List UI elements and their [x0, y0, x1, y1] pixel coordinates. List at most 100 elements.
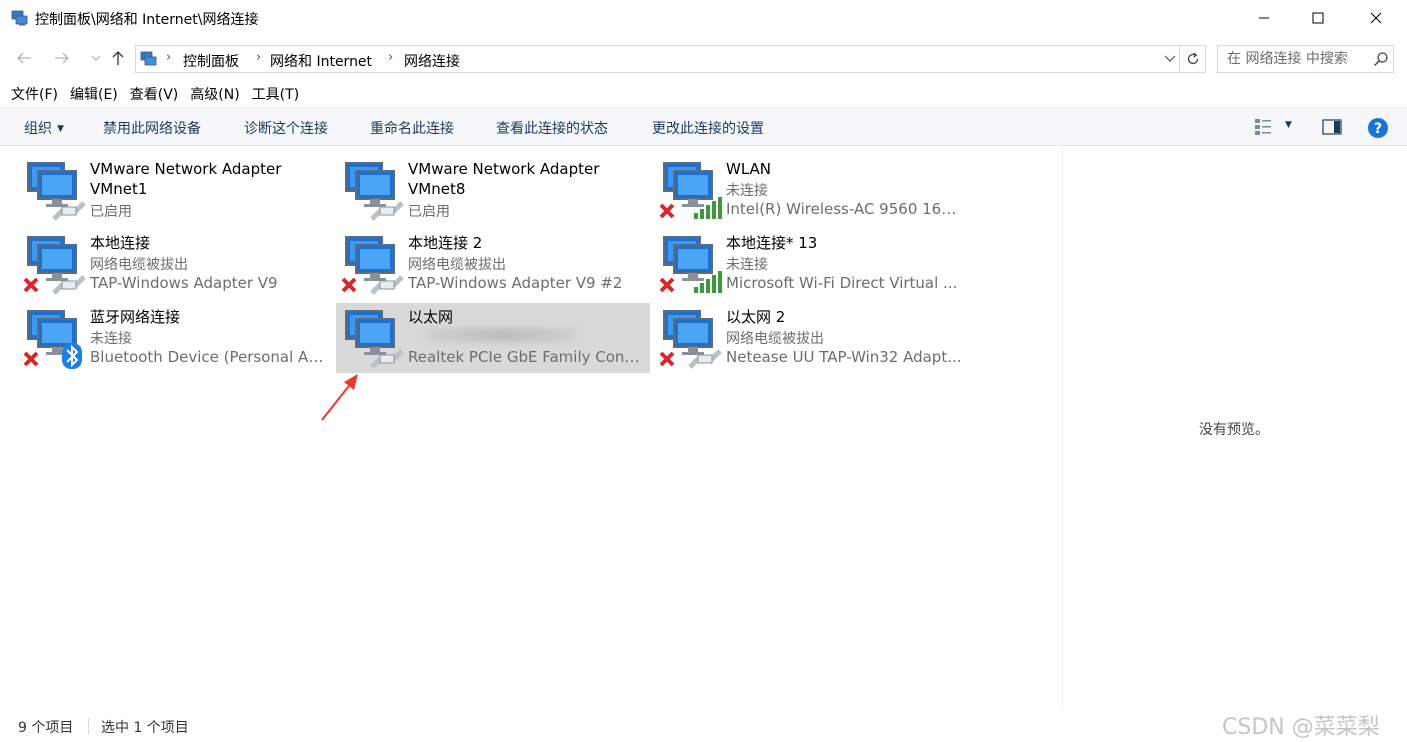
disable-device-button[interactable]: 禁用此网络设备 — [103, 118, 201, 138]
connection-name: 以太网 — [408, 308, 454, 326]
status-bar: 9 个项目 选中 1 个项目 CSDN @菜菜梨 — [0, 709, 1407, 742]
network-adapter-icon — [27, 162, 86, 221]
connection-tile-bluetooth[interactable]: 蓝牙网络连接 未连接 Bluetooth Device (Personal Ar… — [18, 303, 332, 373]
connection-status: 未连接 — [90, 331, 132, 347]
rename-button[interactable]: 重命名此连接 — [370, 118, 454, 138]
view-status-button[interactable]: 查看此连接的状态 — [496, 118, 608, 138]
network-adapter-icon — [345, 310, 404, 369]
organize-button[interactable]: 组织 ▼ — [24, 118, 64, 138]
connection-status: 已启用 — [408, 204, 450, 220]
connection-status: 网络电缆被拔出 — [90, 257, 188, 273]
address-row: › 控制面板 › 网络和 Internet › 网络连接 — [0, 40, 1407, 76]
search-box — [1217, 45, 1394, 73]
arrow-right-icon — [55, 52, 69, 64]
chevron-right-icon: › — [256, 50, 262, 65]
connection-name: 本地连接 — [90, 234, 151, 252]
bluetooth-icon — [62, 343, 82, 369]
network-connections-icon — [140, 51, 157, 66]
breadcrumb-network-internet[interactable]: 网络和 Internet — [270, 51, 372, 71]
arrow-left-icon — [17, 52, 31, 64]
connection-tile-local[interactable]: 本地连接 网络电缆被拔出 TAP-Windows Adapter V9 — [18, 229, 332, 299]
menu-advanced[interactable]: 高级(N) — [190, 82, 239, 106]
close-icon — [1370, 12, 1382, 24]
no-preview-text: 没有预览。 — [1199, 422, 1269, 438]
caret-down-icon: ▼ — [57, 124, 64, 134]
menu-view[interactable]: 查看(V) — [130, 82, 179, 106]
preview-pane-icon[interactable] — [1322, 119, 1342, 135]
connection-tile-ethernet-2[interactable]: 以太网 2 网络电缆被拔出 Netease UU TAP-Win32 Adapt… — [654, 303, 968, 373]
minimize-button[interactable] — [1241, 0, 1287, 36]
menu-edit[interactable]: 编辑(E) — [70, 82, 118, 106]
signal-bars-icon — [694, 197, 722, 219]
close-button[interactable] — [1353, 0, 1399, 36]
connection-status: 已启用 — [90, 204, 132, 220]
title-bar: 控制面板\网络和 Internet\网络连接 — [0, 0, 1407, 36]
command-bar: 组织 ▼ 禁用此网络设备 诊断这个连接 重命名此连接 查看此连接的状态 更改此连接… — [0, 107, 1407, 146]
view-options-icon[interactable] — [1254, 118, 1274, 136]
back-button[interactable] — [14, 48, 34, 68]
network-adapter-icon — [345, 162, 404, 221]
chevron-down-icon — [91, 55, 101, 61]
connection-name: 本地连接 2 — [408, 234, 483, 252]
chevron-right-icon: › — [166, 50, 172, 65]
connection-tile-vmnet8[interactable]: VMware Network Adapter VMnet8 已启用 — [336, 155, 650, 225]
network-adapter-icon — [659, 236, 722, 293]
caret-down-icon[interactable]: ▼ — [1285, 120, 1292, 130]
change-settings-button[interactable]: 更改此连接的设置 — [652, 118, 764, 138]
help-icon[interactable]: ? — [1367, 117, 1389, 139]
search-icon[interactable] — [1373, 51, 1389, 67]
refresh-icon — [1187, 52, 1198, 65]
network-adapter-icon — [341, 236, 404, 295]
disconnected-x-icon — [659, 203, 675, 219]
recent-locations-button[interactable] — [86, 48, 106, 68]
breadcrumb-network-connections[interactable]: 网络连接 — [404, 51, 460, 71]
network-adapter-icon — [659, 310, 722, 369]
window-title: 控制面板\网络和 Internet\网络连接 — [35, 12, 259, 28]
connection-device: Bluetooth Device (Personal Ar... — [90, 348, 326, 366]
disconnected-x-icon — [23, 351, 39, 367]
search-input[interactable] — [1218, 46, 1368, 72]
item-count: 9 个项目 — [18, 720, 74, 736]
address-dropdown-button[interactable] — [1161, 50, 1179, 68]
annotation-arrow — [321, 374, 358, 421]
connection-tile-vmnet1[interactable]: VMware Network Adapter VMnet1 已启用 — [18, 155, 332, 225]
chevron-right-icon: › — [388, 50, 394, 65]
connection-device: TAP-Windows Adapter V9 #2 — [408, 274, 623, 292]
connection-tile-local-2[interactable]: 本地连接 2 网络电缆被拔出 TAP-Windows Adapter V9 #2 — [336, 229, 650, 299]
menu-file[interactable]: 文件(F) — [11, 82, 58, 106]
connection-name: WLAN — [726, 160, 772, 178]
arrow-up-icon — [112, 51, 124, 65]
connection-name: 以太网 2 — [726, 308, 786, 326]
connections-list: VMware Network Adapter VMnet1 已启用 VMware… — [0, 147, 1062, 709]
selected-count: 选中 1 个项目 — [101, 720, 189, 736]
connection-tile-ethernet[interactable]: 以太网 Realtek PCIe GbE Family Contr... — [336, 303, 650, 373]
address-bar[interactable]: › 控制面板 › 网络和 Internet › 网络连接 — [135, 45, 1180, 73]
minimize-icon — [1259, 17, 1269, 19]
menu-tools[interactable]: 工具(T) — [252, 82, 299, 106]
network-adapter-icon — [23, 236, 86, 295]
connection-tile-wlan[interactable]: WLAN 未连接 Intel(R) Wireless-AC 9560 160..… — [654, 155, 968, 225]
disconnected-x-icon — [341, 277, 357, 293]
preview-pane: 没有预览。 — [1062, 147, 1407, 709]
disconnected-x-icon — [23, 277, 39, 293]
maximize-button[interactable] — [1295, 0, 1341, 36]
connection-device: TAP-Windows Adapter V9 — [90, 274, 278, 292]
connection-device: Realtek PCIe GbE Family Contr... — [408, 348, 644, 366]
connection-name: VMware Network Adapter VMnet1 — [90, 160, 282, 198]
forward-button[interactable] — [52, 48, 72, 68]
maximize-icon — [1312, 12, 1324, 24]
diagnose-button[interactable]: 诊断这个连接 — [244, 118, 328, 138]
connection-status: 未连接 — [726, 257, 768, 273]
connection-status: 网络电缆被拔出 — [408, 257, 506, 273]
refresh-button[interactable] — [1180, 45, 1206, 73]
status-divider — [88, 718, 89, 734]
up-button[interactable] — [108, 48, 128, 68]
connection-name: 本地连接* 13 — [726, 234, 818, 252]
disconnected-x-icon — [659, 277, 675, 293]
connection-tile-local-13[interactable]: 本地连接* 13 未连接 Microsoft Wi-Fi Direct Virt… — [654, 229, 968, 299]
watermark: CSDN @菜菜梨 — [1222, 715, 1380, 740]
connection-name: 蓝牙网络连接 — [90, 308, 181, 326]
breadcrumb-control-panel[interactable]: 控制面板 — [183, 51, 239, 71]
connection-device: Netease UU TAP-Win32 Adapt... — [726, 348, 962, 366]
organize-label: 组织 — [24, 121, 52, 137]
